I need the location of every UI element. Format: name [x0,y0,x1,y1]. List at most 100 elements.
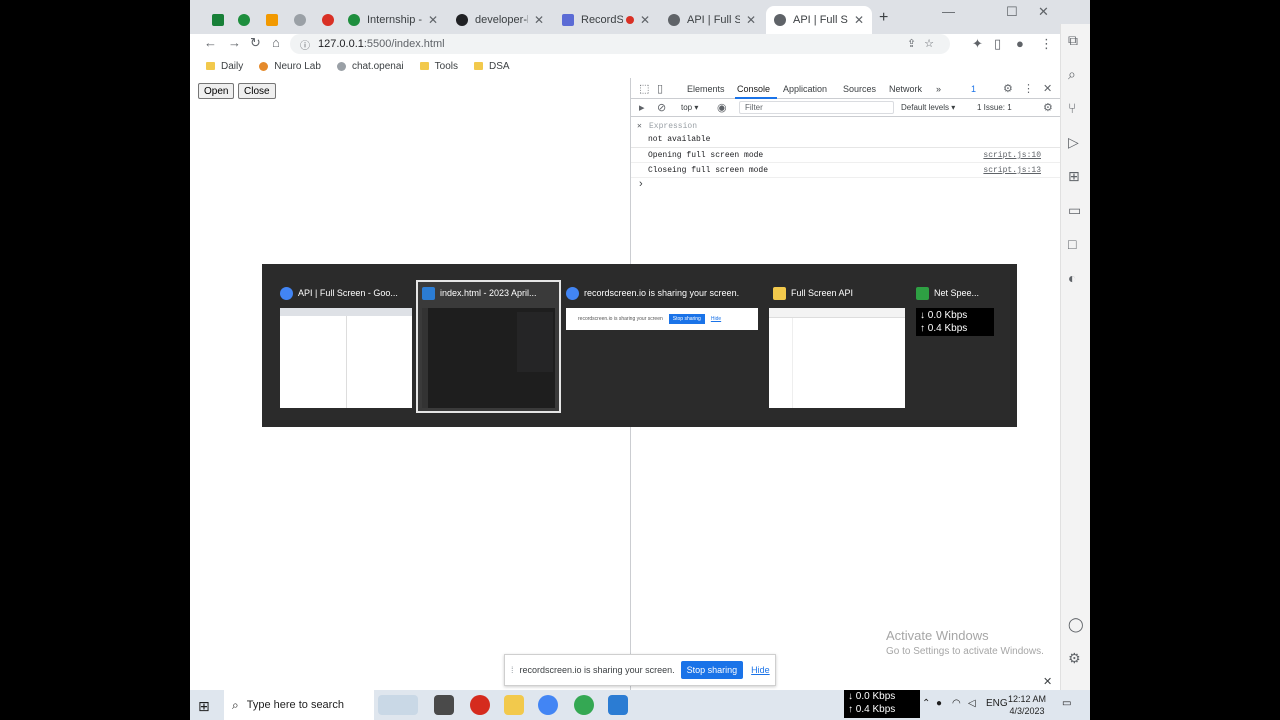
filter-input[interactable]: Filter [739,101,894,114]
bookmark-daily[interactable]: Daily [206,61,243,72]
share-star-icons[interactable]: ⇪☆ [907,37,942,50]
issues-badge[interactable]: 1 [971,84,976,94]
close-button[interactable]: Close [238,83,276,99]
switcher-window-share[interactable]: recordscreen.io is sharing your screen. … [566,282,758,410]
extensions-icon[interactable]: ⊞ [1068,168,1080,185]
eye-icon[interactable]: ◉ [717,101,727,114]
more-tabs-icon[interactable]: » [936,84,941,94]
live-share-icon[interactable]: ◐ [1068,270,1076,286]
tab-pinned-4[interactable] [286,6,312,34]
tab-sources[interactable]: Sources [843,84,876,94]
tab-application[interactable]: Application [783,84,827,94]
bookmark-neuro-lab[interactable]: Neuro Lab [259,61,321,72]
forward-button[interactable]: → [228,35,241,50]
run-debug-icon[interactable]: ▷ [1068,134,1079,151]
back-button[interactable]: ← [204,35,217,50]
source-control-icon[interactable]: ⑂ [1068,100,1076,116]
profile-icon[interactable]: ● [1016,36,1024,51]
search-icon[interactable]: ⌕ [1068,66,1076,83]
log-source-link[interactable]: script.js:13 [983,166,1041,175]
windows-start-icon[interactable]: ⊞ [198,698,210,715]
tab-pinned-5[interactable] [314,6,340,34]
close-icon[interactable]: ✕ [854,13,864,27]
reload-button[interactable]: ↻ [250,35,261,51]
close-icon[interactable]: ✕ [428,13,438,27]
settings-icon[interactable]: ⚙ [1003,82,1013,95]
more-options-icon[interactable]: ⋮ [1023,82,1034,95]
clock[interactable]: 12:12 AM 4/3/2023 [1008,693,1046,717]
file-explorer-icon[interactable] [504,695,524,715]
tab-sheets[interactable] [204,6,230,34]
chevron-up-icon[interactable]: ⌃ [922,698,930,709]
clear-console-icon[interactable]: ⊘ [657,101,666,114]
switcher-window-netspeed[interactable]: Net Spee... ↓ 0.0 Kbps ↑ 0.4 Kbps [916,282,994,352]
chrome-icon[interactable] [538,695,558,715]
tab-recordscreen[interactable]: RecordScree ✕ [554,6,658,34]
info-icon[interactable]: ⓘ [300,37,310,52]
sidepanel-icon[interactable]: ▯ [994,36,1001,52]
context-select[interactable]: top ▾ [681,103,698,112]
vscode-icon[interactable] [608,695,628,715]
photos-icon[interactable] [434,695,454,715]
extensions-icon[interactable]: ✦ [972,36,983,52]
account-icon[interactable]: ◯ [1068,616,1084,633]
panel-icon[interactable]: □ [1068,236,1076,252]
language-indicator[interactable]: ENG [986,698,1008,709]
menu-icon[interactable]: ⋮ [1040,36,1053,52]
volume-icon[interactable]: ◁ [968,698,976,709]
tab-elements[interactable]: Elements [687,84,725,94]
bookmark-dsa[interactable]: DSA [474,61,510,72]
close-devtools-icon[interactable]: ✕ [1043,82,1052,95]
console-prompt-icon[interactable]: › [639,178,643,190]
search-icon: ⌕ [232,697,239,712]
tab-api-fullscreen-active[interactable]: API | Full Screen ✕ [766,6,872,34]
minimize-button[interactable]: — [942,4,955,19]
tab-network[interactable]: Network [889,84,922,94]
switcher-window-explorer[interactable]: Full Screen API [769,282,905,410]
tab-pinned-2[interactable] [230,6,256,34]
tab-internship[interactable]: Internship - Writ ✕ [340,6,446,34]
tab-pinned-3[interactable] [258,6,284,34]
switcher-window-vscode[interactable]: index.html - 2023 April... [416,280,561,413]
tab-api-fullscreen-1[interactable]: API | Full Screen ✕ [660,6,764,34]
remote-icon[interactable]: ▭ [1068,202,1081,219]
taskbar-search[interactable]: ⌕ Type here to search [224,690,374,720]
notification-icon[interactable]: ▭ [1062,698,1071,709]
hide-link[interactable]: Hide [751,665,770,675]
opera-icon[interactable] [470,695,490,715]
wifi-icon[interactable]: ◠ [952,698,961,709]
log-source-link[interactable]: script.js:10 [983,151,1041,160]
new-tab-button[interactable]: + [879,9,888,27]
device-toggle-icon[interactable]: ▯ [657,82,663,95]
tab-github[interactable]: developer-karan ✕ [448,6,552,34]
sidebar-toggle-icon[interactable]: ▸ [639,101,645,114]
devtools-tabs: ⬚ ▯ Elements Console Application Sources… [631,78,1060,99]
inspect-icon[interactable]: ⬚ [639,82,649,95]
console-settings-icon[interactable]: ⚙ [1043,101,1053,114]
manage-icon[interactable]: ⚙ [1068,650,1081,667]
activate-windows-watermark: Activate Windows Go to Settings to activ… [886,628,1044,657]
close-panel-icon[interactable]: ✕ [1043,675,1052,688]
stop-sharing-button[interactable]: Stop sharing [680,661,744,679]
switcher-window-chrome[interactable]: API | Full Screen - Goo... [280,282,412,410]
remove-expression-icon[interactable]: ✕ [637,121,642,131]
close-icon[interactable]: ✕ [640,13,650,27]
copy-icon[interactable]: ⧉ [1068,32,1078,49]
bookmark-tools[interactable]: Tools [419,61,458,72]
maximize-button[interactable]: ☐ [1006,4,1018,20]
bookmark-chat-openai[interactable]: chat.openai [336,61,404,72]
chrome-icon-2[interactable] [574,695,594,715]
window-close-button[interactable]: ✕ [1038,4,1049,20]
open-button[interactable]: Open [198,83,235,99]
microphone-icon[interactable]: ● [936,698,942,709]
home-button[interactable]: ⌂ [272,35,280,50]
issues-counter[interactable]: 1 Issue: 1 [977,103,1012,112]
levels-select[interactable]: Default levels ▾ [901,103,955,112]
address-bar[interactable]: ⓘ 127.0.0.1:5500/index.html ⇪☆ [290,34,950,54]
clock-date: 4/3/2023 [1009,706,1045,716]
close-icon[interactable]: ✕ [534,13,544,27]
tab-console[interactable]: Console [737,84,770,94]
close-icon[interactable]: ✕ [746,13,756,27]
widget-icon[interactable] [378,695,418,715]
drag-handle-icon[interactable]: ⁞ [511,665,514,675]
